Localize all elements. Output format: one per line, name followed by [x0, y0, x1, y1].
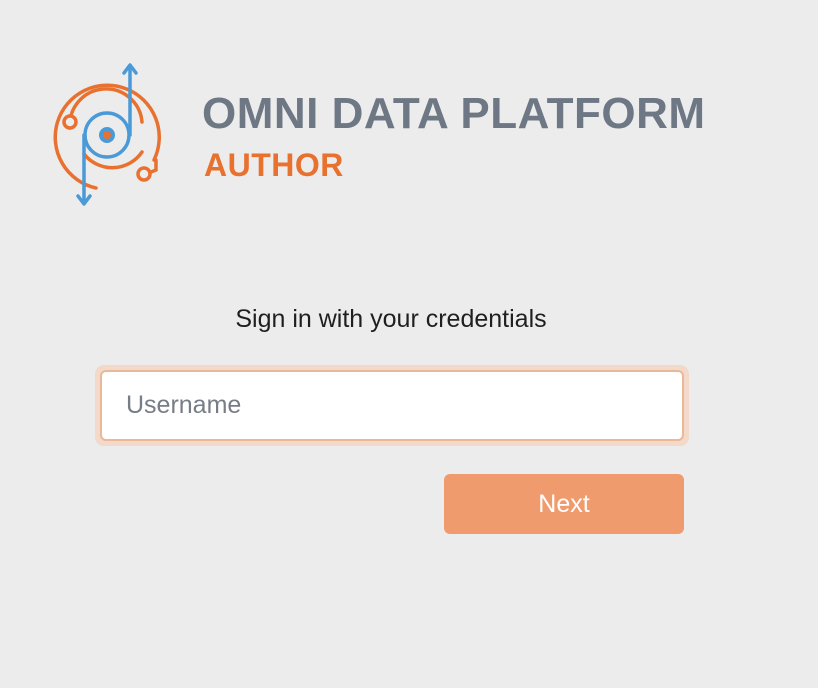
- username-input[interactable]: [100, 370, 684, 441]
- omni-data-platform-logo-icon: [50, 60, 166, 208]
- username-focus-ring: [95, 365, 689, 446]
- login-page: { "brand": { "title": "OMNI DATA PLATFOR…: [0, 0, 818, 688]
- brand-subtitle: AUTHOR: [204, 147, 344, 183]
- brand-title: OMNI DATA PLATFORM: [202, 89, 706, 138]
- next-button[interactable]: Next: [444, 474, 684, 534]
- signin-heading: Sign in with your credentials: [235, 305, 547, 333]
